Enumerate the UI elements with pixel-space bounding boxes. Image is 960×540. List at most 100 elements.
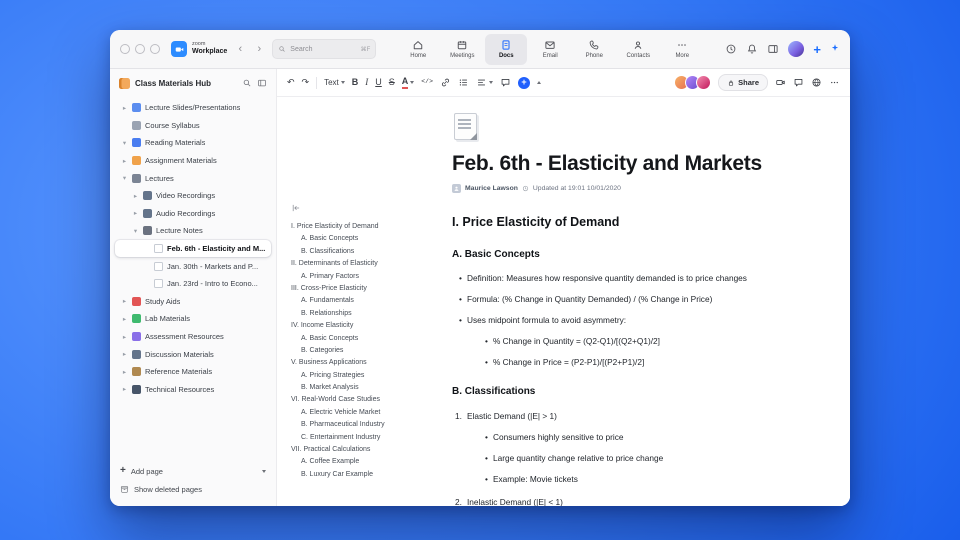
outline-entry[interactable]: I. Price Elasticity of Demand: [291, 221, 449, 233]
notifications-bell-icon[interactable]: [746, 43, 758, 55]
undo-button[interactable]: ↶: [287, 78, 295, 87]
tree-item[interactable]: Jan. 30th - Markets and P...: [115, 257, 271, 275]
strikethrough-button[interactable]: S: [389, 78, 395, 87]
outline-entry[interactable]: V. Business Applications: [291, 357, 449, 369]
outline-entry[interactable]: C. Entertainment Industry: [291, 432, 449, 444]
tree-item[interactable]: ▾ Lectures: [115, 169, 271, 187]
tree-item[interactable]: ▸ Assessment Resources: [115, 328, 271, 346]
content-block[interactable]: Example: Movie tickets: [485, 473, 784, 485]
document-body[interactable]: Feb. 6th - Elasticity and Markets Mauric…: [452, 113, 784, 506]
document-canvas[interactable]: I. Price Elasticity of Demand A. Basic Co…: [277, 97, 850, 506]
add-page-button[interactable]: + Add page: [120, 466, 266, 476]
outline-entry[interactable]: A. Primary Factors: [291, 271, 449, 283]
tree-item[interactable]: ▸ Study Aids: [115, 293, 271, 311]
tree-chevron-icon[interactable]: ▸: [121, 157, 128, 165]
bullet-list-button[interactable]: [458, 77, 469, 88]
collaborator-avatars[interactable]: [674, 75, 712, 90]
tree-item[interactable]: Jan. 23rd - Intro to Econo...: [115, 275, 271, 293]
outline-entry[interactable]: A. Electric Vehicle Market: [291, 407, 449, 419]
tab-meetings[interactable]: Meetings: [441, 34, 483, 65]
tree-chevron-icon[interactable]: ▸: [121, 368, 128, 376]
sidebar-expand-panel-icon[interactable]: [257, 78, 267, 88]
content-block[interactable]: % Change in Quantity = (Q2-Q1)/[(Q2+Q1)/…: [485, 335, 784, 347]
italic-button[interactable]: I: [365, 78, 368, 87]
nav-back-button[interactable]: ‹: [234, 43, 246, 55]
tree-item[interactable]: Feb. 6th - Elasticity and M...: [115, 239, 271, 258]
content-block[interactable]: Definition: Measures how responsive quan…: [459, 272, 784, 284]
content-block[interactable]: I. Price Elasticity of Demand: [452, 213, 784, 231]
tree-chevron-icon[interactable]: ▸: [132, 209, 139, 217]
content-block[interactable]: B. Classifications: [452, 385, 784, 400]
align-dropdown[interactable]: [476, 77, 493, 88]
open-comments-button[interactable]: [793, 77, 804, 88]
ai-companion-sparkle-icon[interactable]: [830, 40, 840, 58]
minimize-window-button[interactable]: [135, 44, 145, 54]
insert-block-button[interactable]: +: [517, 76, 530, 89]
link-button[interactable]: [440, 77, 451, 88]
bold-button[interactable]: B: [352, 78, 359, 87]
outline-entry[interactable]: B. Market Analysis: [291, 382, 449, 394]
start-video-button[interactable]: [775, 77, 786, 88]
document-title[interactable]: Feb. 6th - Elasticity and Markets: [452, 152, 784, 176]
more-options-button[interactable]: [829, 77, 840, 88]
content-block[interactable]: Large quantity change relative to price …: [485, 452, 784, 464]
tab-contacts[interactable]: Contacts: [617, 34, 659, 65]
outline-entry[interactable]: B. Luxury Car Example: [291, 469, 449, 481]
code-button[interactable]: </>: [421, 79, 433, 86]
tree-item[interactable]: ▾ Reading Materials: [115, 134, 271, 152]
tree-item[interactable]: ▸ Video Recordings: [115, 187, 271, 205]
outline-entry[interactable]: A. Fundamentals: [291, 295, 449, 307]
add-plus-button[interactable]: +: [813, 43, 821, 56]
content-block[interactable]: Consumers highly sensitive to price: [485, 431, 784, 443]
outline-entry[interactable]: A. Coffee Example: [291, 456, 449, 468]
outline-entry[interactable]: B. Relationships: [291, 308, 449, 320]
outline-entry[interactable]: B. Categories: [291, 345, 449, 357]
collapse-outline-button[interactable]: [291, 203, 301, 213]
outline-entry[interactable]: VI. Real-World Case Studies: [291, 394, 449, 406]
content-block[interactable]: A. Basic Concepts: [452, 248, 784, 263]
close-window-button[interactable]: [120, 44, 130, 54]
tree-item[interactable]: Course Syllabus: [115, 117, 271, 135]
tree-chevron-icon[interactable]: ▸: [121, 350, 128, 358]
outline-entry[interactable]: IV. Income Elasticity: [291, 320, 449, 332]
tree-item[interactable]: ▸ Discussion Materials: [115, 345, 271, 363]
tab-docs[interactable]: Docs: [485, 33, 528, 65]
tree-chevron-icon[interactable]: ▸: [121, 315, 128, 323]
tree-chevron-icon[interactable]: ▸: [132, 192, 139, 200]
outline-entry[interactable]: A. Basic Concepts: [291, 233, 449, 245]
collaborator-avatar[interactable]: [696, 75, 712, 90]
content-block[interactable]: Uses midpoint formula to avoid asymmetry…: [459, 314, 784, 326]
content-block[interactable]: % Change in Price = (P2-P1)/[(P2+P1)/2]: [485, 356, 784, 368]
redo-button[interactable]: ↷: [302, 78, 310, 87]
zoom-window-button[interactable]: [150, 44, 160, 54]
content-block[interactable]: Inelastic Demand (|E| < 1): [455, 496, 784, 506]
tab-home[interactable]: Home: [397, 34, 439, 65]
tab-email[interactable]: Email: [529, 34, 571, 65]
underline-button[interactable]: U: [375, 78, 382, 87]
tree-item[interactable]: ▸ Audio Recordings: [115, 205, 271, 223]
tree-chevron-icon[interactable]: ▾: [132, 227, 139, 235]
tree-chevron-icon[interactable]: ▸: [121, 104, 128, 112]
tree-chevron-icon[interactable]: ▾: [121, 174, 128, 182]
tree-chevron-icon[interactable]: ▸: [121, 333, 128, 341]
outline-entry[interactable]: A. Basic Concepts: [291, 333, 449, 345]
text-style-dropdown[interactable]: Text: [324, 78, 345, 87]
tree-item[interactable]: ▸ Technical Resources: [115, 381, 271, 399]
comment-button[interactable]: [500, 77, 511, 88]
outline-entry[interactable]: II. Determinants of Elasticity: [291, 258, 449, 270]
tree-item[interactable]: ▸ Lab Materials: [115, 310, 271, 328]
global-search-input[interactable]: Search ⌘F: [272, 39, 377, 59]
share-button[interactable]: Share: [718, 74, 768, 91]
user-avatar[interactable]: [788, 41, 805, 57]
collapse-toolbar-button[interactable]: [536, 81, 541, 84]
outline-entry[interactable]: VII. Practical Calculations: [291, 444, 449, 456]
sidebar-search-icon[interactable]: [242, 78, 252, 88]
outline-entry[interactable]: B. Classifications: [291, 246, 449, 258]
web-publish-button[interactable]: [811, 77, 822, 88]
tree-chevron-icon[interactable]: ▸: [121, 385, 128, 393]
tab-more[interactable]: More: [661, 34, 703, 65]
content-block[interactable]: Elastic Demand (|E| > 1): [455, 410, 784, 422]
tree-chevron-icon[interactable]: ▾: [121, 139, 128, 147]
outline-entry[interactable]: III. Cross-Price Elasticity: [291, 283, 449, 295]
tree-item[interactable]: ▸ Assignment Materials: [115, 152, 271, 170]
